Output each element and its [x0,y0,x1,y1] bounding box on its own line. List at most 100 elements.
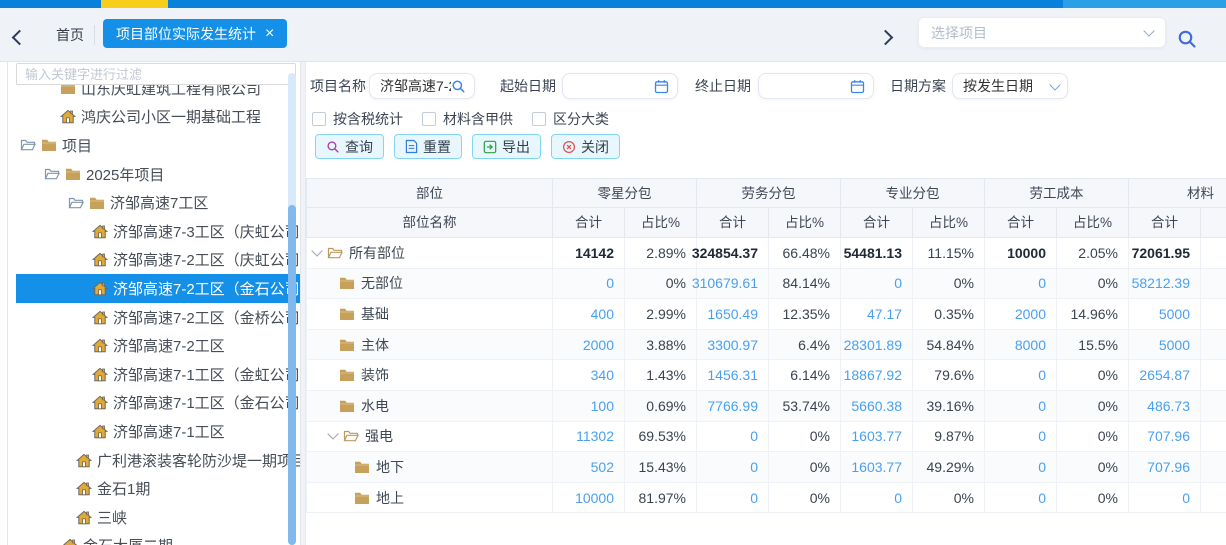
tree-item[interactable]: 济邹高速7-2工区（金桥公司） [16,303,300,332]
tab-close-icon[interactable]: × [265,26,274,42]
nav-forward-button[interactable] [880,30,891,48]
tree-expander-folder-icon[interactable] [68,196,84,210]
folder-icon [339,338,355,352]
amount-cell[interactable]: 5000 [1129,299,1201,330]
amount-cell[interactable]: 5000 [1129,330,1201,361]
tree-item[interactable]: 2025年项目 [16,160,300,189]
tree-filter-input[interactable] [16,63,296,85]
end-date-picker-button[interactable] [850,79,865,94]
amount-cell[interactable]: 3300.97 [697,330,769,361]
amount-cell[interactable]: 0 [985,483,1057,514]
amount-cell[interactable]: 18867.92 [841,360,913,391]
amount-cell[interactable]: 2000 [553,330,625,361]
amount-cell[interactable]: 0 [985,452,1057,483]
amount-cell[interactable]: 100 [553,391,625,422]
tree-item[interactable]: 济邹高速7-1工区（金石公司） [16,389,300,418]
amount-cell[interactable]: 486.73 [1129,391,1201,422]
row-expander-chevron-icon[interactable] [327,429,338,440]
tree-item[interactable]: 济邹高速7-1工区 [16,417,300,446]
tree-item-label: 金石大厦二期 [83,535,173,545]
checkbox-material-supplied[interactable]: 材料含甲供 [422,110,513,128]
amount-cell[interactable]: 11302 [553,422,625,453]
amount-cell[interactable]: 707.96 [1129,422,1201,453]
amount-cell[interactable]: 310679.61 [697,269,769,300]
project-name-input[interactable]: 济邹高速7-2 [369,73,475,99]
row-name-cell[interactable]: 强电 [306,422,553,453]
row-name-cell[interactable]: 主体 [306,330,553,361]
date-plan-select[interactable]: 按发生日期 [952,73,1068,99]
sidebar-scrollbar-thumb[interactable] [288,205,296,545]
tree-item[interactable]: 济邹高速7-2工区（庆虹公司） [16,246,300,275]
tree-item[interactable]: 广利港滚装客轮防沙堤一期项目 [16,446,300,475]
nav-back-button[interactable] [14,30,25,48]
amount-cell[interactable]: 0 [1129,483,1201,514]
amount-cell[interactable]: 10000 [553,483,625,514]
start-date-input[interactable] [562,73,678,99]
amount-cell[interactable]: 0 [697,452,769,483]
amount-cell[interactable]: 0 [985,391,1057,422]
amount-cell[interactable]: 28301.89 [841,330,913,361]
end-date-input[interactable] [758,73,874,99]
project-search-button[interactable] [451,79,466,94]
amount-cell[interactable]: 0 [697,483,769,514]
row-name-cell[interactable]: 无部位 [306,269,553,300]
tree-item[interactable]: 金石1期 [16,474,300,503]
amount-cell[interactable]: 0 [553,269,625,300]
amount-cell[interactable]: 2000 [985,299,1057,330]
row-name-cell[interactable]: 地上 [306,483,553,514]
amount-cell[interactable]: 1603.77 [841,422,913,453]
row-name-label: 基础 [361,304,389,324]
export-button[interactable]: 导出 [472,134,541,159]
row-name-cell[interactable]: 地下 [306,452,553,483]
amount-cell[interactable]: 707.96 [1129,452,1201,483]
row-name-cell[interactable]: 水电 [306,391,553,422]
query-button[interactable]: 查询 [315,134,384,159]
amount-cell[interactable]: 0 [985,269,1057,300]
tree-item[interactable]: 济邹高速7-2工区 [16,331,300,360]
tab-divider [94,25,95,45]
amount-cell[interactable]: 0 [985,360,1057,391]
tree-item[interactable]: 济邹高速7工区 [16,188,300,217]
reset-button[interactable]: 重置 [394,134,462,159]
tree-item[interactable]: 济邹高速7-2工区（金石公司） [16,274,300,303]
amount-cell[interactable]: 5660.38 [841,391,913,422]
amount-cell[interactable]: 502 [553,452,625,483]
row-name-cell[interactable]: 装饰 [306,360,553,391]
tree-item[interactable]: 金石大厦二期 [16,532,300,545]
amount-cell[interactable]: 400 [553,299,625,330]
folder-icon [339,307,355,321]
tab-home[interactable]: 首页 [48,8,92,62]
tab-active[interactable]: 项目部位实际发生统计 × [103,19,287,48]
tree-item[interactable]: 项目 [16,131,300,160]
global-search-button[interactable] [1177,29,1197,54]
close-button[interactable]: 关闭 [551,134,620,159]
amount-cell[interactable]: 0 [697,422,769,453]
amount-cell[interactable]: 47.17 [841,299,913,330]
tree-expander-folder-icon[interactable] [20,138,36,152]
row-name-cell[interactable]: 所有部位 [306,238,553,269]
amount-cell[interactable]: 0 [841,269,913,300]
tree-item[interactable]: 鸿庆公司小区一期基础工程 [16,103,300,132]
start-date-picker-button[interactable] [654,79,669,94]
project-select-dropdown[interactable]: 选择项目 [918,17,1166,48]
tree-expander-folder-icon[interactable] [44,167,60,181]
checkbox-distinguish-category[interactable]: 区分大类 [532,110,609,128]
checkbox-label: 材料含甲供 [443,109,513,129]
tree-item[interactable]: 济邹高速7-3工区（庆虹公司） [16,217,300,246]
amount-cell[interactable]: 58212.39 [1129,269,1201,300]
amount-cell[interactable]: 0 [985,422,1057,453]
tree-item[interactable]: 济邹高速7-1工区（金虹公司） [16,360,300,389]
amount-cell[interactable]: 8000 [985,330,1057,361]
row-expander-chevron-icon[interactable] [311,245,322,256]
amount-cell[interactable]: 1650.49 [697,299,769,330]
tree-item[interactable]: 三峡 [16,503,300,532]
checkbox-tax-included[interactable]: 按含税统计 [312,110,403,128]
amount-cell[interactable]: 7766.99 [697,391,769,422]
amount-cell[interactable]: 340 [553,360,625,391]
amount-cell[interactable]: 0 [841,483,913,514]
amount-cell[interactable]: 1456.31 [697,360,769,391]
row-name-cell[interactable]: 基础 [306,299,553,330]
percent-cell: 39.16% [913,391,985,422]
amount-cell[interactable]: 1603.77 [841,452,913,483]
amount-cell[interactable]: 2654.87 [1129,360,1201,391]
